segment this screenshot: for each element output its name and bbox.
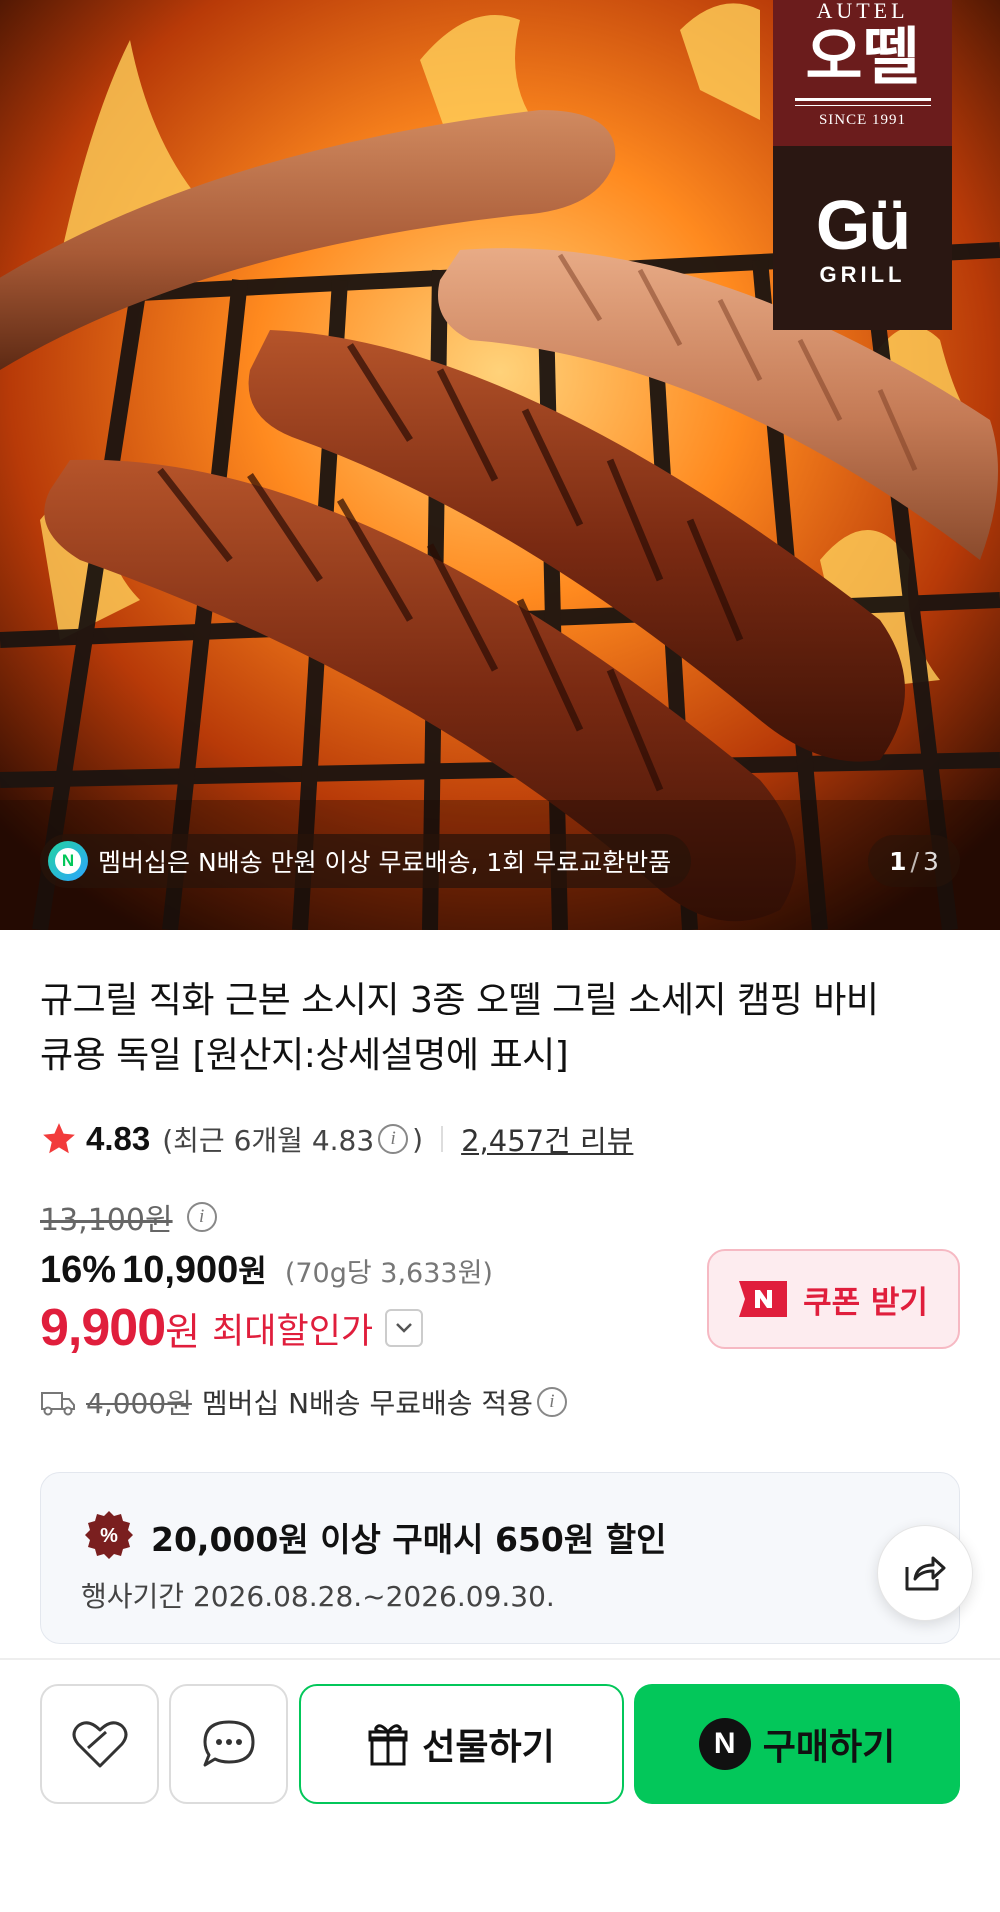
product-title: 규그릴 직화 근본 소시지 3종 오뗄 그릴 소세지 캠핑 바비큐용 독일 [원… [40,980,879,1076]
final-price-unit: 원 [165,1309,201,1354]
promo-card: % 20,000원 이상 구매시 650원 할인 행사기간 2026.08.28… [40,1472,960,1644]
membership-text: 멤버십은 N배송 만원 이상 무료배송, 1회 무료교환반품 [98,848,672,877]
gift-button[interactable]: 선물하기 [299,1684,624,1804]
wishlist-button[interactable] [40,1684,159,1804]
rating-recent: (최근 6개월 4.83 [162,1124,375,1157]
heart-icon [72,1721,127,1768]
gift-icon [368,1724,408,1766]
brand-since-text: SINCE 1991 [818,112,907,128]
naver-membership-icon: N [48,841,88,881]
discount-row: 16% 10,900 원 (70g당 3,633원) [40,1246,493,1292]
membership-banner[interactable]: N 멤버십은 N배송 만원 이상 무료배송, 1회 무료교환반품 [40,834,692,888]
discount-price-unit: 원 [238,1254,267,1290]
naver-pay-icon: N [698,1718,751,1770]
gift-label: 선물하기 [422,1727,555,1768]
delivery-info-icon[interactable]: i [536,1387,567,1417]
brand-odel-text: 오뗄 [805,20,920,93]
product-image-carousel[interactable]: AUTEL 오뗄 SINCE 1991 Gü GRILL N 멤버십은 N배송 … [0,0,1000,930]
final-price-label: 최대할인가 [212,1311,374,1352]
review-count-link[interactable]: 2,457건 리뷰 [461,1118,633,1160]
discount-percent: 16% [40,1249,117,1291]
rating-row: 4.83 (최근 6개월 4.83 i ) 2,457건 리뷰 [40,1116,633,1162]
chevron-down-icon[interactable] [385,1309,424,1347]
image-pager: 1 / 3 [868,835,960,887]
coupon-button[interactable]: 쿠폰 받기 [707,1249,960,1349]
chat-bubble-icon [203,1720,254,1767]
pager-separator: / [910,846,919,876]
chat-button[interactable] [169,1684,288,1804]
coupon-label: 쿠폰 받기 [803,1284,928,1321]
delivery-text: 멤버십 N배송 무료배송 적용 [201,1387,533,1420]
divider [441,1126,444,1152]
brand-autel-text: AUTEL [816,0,909,23]
bottom-divider [0,1658,1000,1660]
rating-value: 4.83 [86,1120,151,1157]
original-price: 13,100원 [40,1203,173,1238]
final-price: 9,900 [40,1299,166,1357]
brand-gu-text: Gü [815,186,911,264]
discount-badge-icon: % [85,1511,133,1559]
pager-current: 1 [889,846,907,876]
final-price-row: 9,900 원 최대할인가 [40,1298,424,1358]
brand-grill-text: GRILL [819,262,906,287]
promo-period: 행사기간 2026.08.28.~2026.09.30. [81,1580,555,1613]
delivery-row: 4,000원 멤버십 N배송 무료배송 적용 i [40,1382,571,1422]
buy-button[interactable]: N 구매하기 [634,1684,960,1804]
share-button[interactable] [877,1525,973,1621]
info-icon[interactable]: i [378,1124,409,1154]
buy-label: 구매하기 [762,1727,896,1768]
unit-price: (70g당 3,633원) [284,1258,493,1289]
pager-total: 3 [922,846,939,876]
discount-price: 10,900 [122,1249,239,1291]
share-icon [905,1556,946,1591]
brand-logo: AUTEL 오뗄 SINCE 1991 Gü GRILL [773,0,952,330]
star-icon [43,1123,75,1154]
delivery-fee-old: 4,000원 [86,1387,192,1420]
rating-recent-close: ) [412,1122,424,1156]
promo-title: 20,000원 이상 구매시 650원 할인 [151,1520,667,1559]
naver-coupon-icon [739,1281,788,1317]
truck-icon [41,1392,75,1416]
price-info-icon[interactable]: i [186,1202,217,1232]
original-price-row: 13,100원 i [40,1195,221,1239]
svg-text:%: % [100,1525,118,1547]
